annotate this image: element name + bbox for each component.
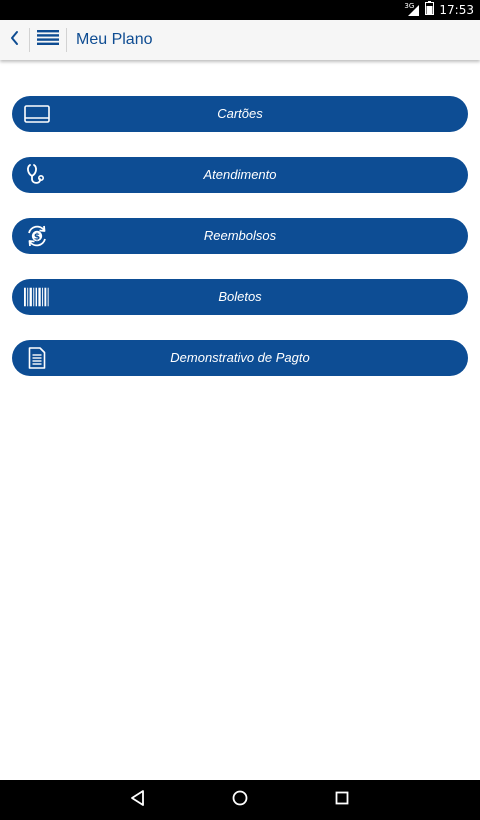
- nav-back-button[interactable]: [126, 788, 150, 812]
- app-header: Meu Plano: [0, 20, 480, 60]
- page-title: Meu Plano: [76, 31, 153, 48]
- battery-icon: [425, 0, 435, 20]
- status-bar: 3G 17:53: [0, 0, 480, 20]
- menu-list: Cartões Atendimento $ Reembolsos Boletos…: [12, 96, 468, 401]
- signal-icon: 3G: [404, 2, 420, 17]
- menu-item-label: Cartões: [217, 106, 263, 121]
- list-menu-icon: [37, 29, 59, 52]
- menu-item-label: Reembolsos: [203, 228, 277, 243]
- menu-item-label: Boletos: [218, 289, 262, 304]
- nav-home-button[interactable]: [228, 788, 252, 812]
- home-icon: [231, 789, 249, 812]
- menu-item-boletos[interactable]: Boletos: [12, 279, 468, 315]
- status-icons: 3G 17:53: [404, 0, 474, 20]
- menu-item-cartoes[interactable]: Cartões: [12, 96, 468, 132]
- menu-item-label: Atendimento: [203, 167, 277, 182]
- nav-recent-apps-button[interactable]: [330, 788, 354, 812]
- navigation-bar: [0, 780, 480, 820]
- menu-item-atendimento[interactable]: Atendimento: [12, 157, 468, 193]
- menu-item-label: Demonstrativo de Pagto: [170, 350, 310, 365]
- recent-apps-icon: [333, 789, 351, 812]
- menu-item-demonstrativo[interactable]: Demonstrativo de Pagto: [12, 340, 468, 376]
- chevron-left-icon: [9, 30, 21, 51]
- status-time: 17:53: [439, 3, 474, 17]
- network-type-label: 3G: [404, 2, 415, 10]
- menu-button[interactable]: [34, 26, 62, 54]
- back-icon: [129, 789, 147, 812]
- header-divider: [29, 28, 30, 52]
- menu-item-reembolsos[interactable]: $ Reembolsos: [12, 218, 468, 254]
- header-divider: [66, 28, 67, 52]
- back-button[interactable]: [4, 26, 26, 54]
